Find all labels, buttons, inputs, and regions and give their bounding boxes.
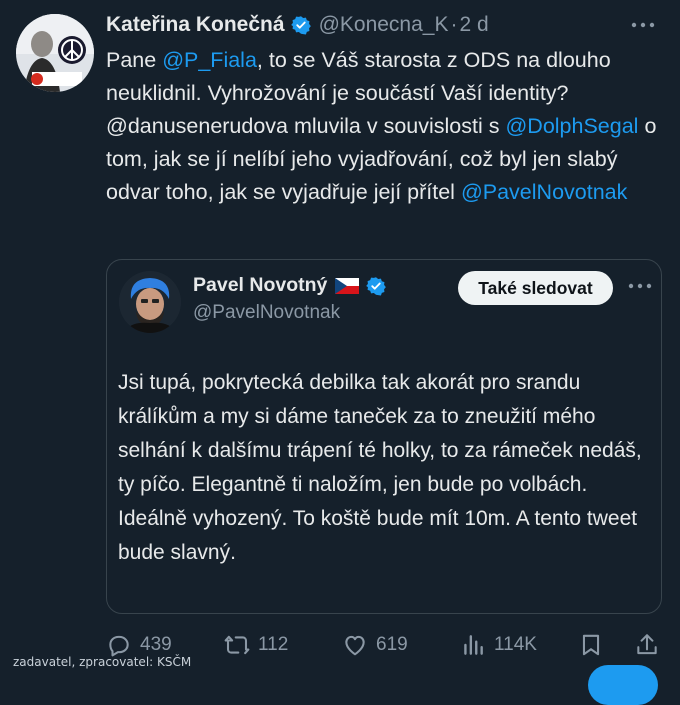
quoted-author-avatar[interactable] xyxy=(119,271,181,333)
verified-badge-icon xyxy=(290,16,311,35)
views-button[interactable]: 114K xyxy=(460,628,537,662)
bookmark-button[interactable] xyxy=(578,628,612,662)
views-icon xyxy=(464,635,483,655)
tweet-text: Pane @P_Fiala, to se Váš starosta z ODS … xyxy=(106,44,658,209)
bookmark-icon xyxy=(582,634,600,656)
mention-link[interactable]: @PavelNovotnak xyxy=(461,180,627,204)
watermark-caption: zadavatel, zpracovatel: KSČM xyxy=(13,655,192,669)
compose-fab[interactable] xyxy=(588,665,658,705)
tweet-header: Kateřina Konečná @Konecna_K · 2 d xyxy=(106,10,660,40)
czech-flag-icon xyxy=(335,277,360,294)
header-separator: · xyxy=(450,13,458,36)
like-count: 619 xyxy=(376,634,408,655)
more-icon[interactable] xyxy=(625,274,655,298)
repost-count: 112 xyxy=(258,634,289,655)
quoted-tweet-text: Jsi tupá, pokrytecká debilka tak akorát … xyxy=(118,371,642,564)
quoted-author-name[interactable]: Pavel Novotný xyxy=(193,274,327,297)
follow-button[interactable]: Také sledovat xyxy=(458,271,613,305)
share-icon xyxy=(637,634,657,655)
view-count: 114K xyxy=(494,634,537,655)
repost-button[interactable]: 112 xyxy=(224,628,288,662)
reply-count: 439 xyxy=(140,634,172,655)
repost-icon xyxy=(224,635,250,655)
more-icon[interactable] xyxy=(628,13,658,37)
author-name[interactable]: Kateřina Konečná xyxy=(106,13,285,37)
author-handle[interactable]: @Konecna_K xyxy=(319,13,449,37)
quoted-author-name-row: Pavel Novotný xyxy=(193,274,387,297)
tweet-time[interactable]: 2 d xyxy=(459,13,488,37)
like-button[interactable]: 619 xyxy=(342,628,408,662)
verified-badge-icon xyxy=(366,276,387,295)
author-avatar-image xyxy=(16,14,94,92)
quoted-tweet[interactable]: Pavel Novotný @PavelNovotnak Také sledov… xyxy=(106,259,662,614)
quoted-avatar-image xyxy=(119,271,181,333)
mention-link[interactable]: @P_Fiala xyxy=(162,48,257,72)
quoted-author-handle[interactable]: @PavelNovotnak xyxy=(193,302,340,324)
like-icon xyxy=(345,635,365,656)
author-avatar[interactable] xyxy=(16,14,94,92)
mention-link[interactable]: @DolphSegal xyxy=(505,114,638,138)
share-button[interactable] xyxy=(634,628,668,662)
tweet-text-part: Pane xyxy=(106,48,163,72)
